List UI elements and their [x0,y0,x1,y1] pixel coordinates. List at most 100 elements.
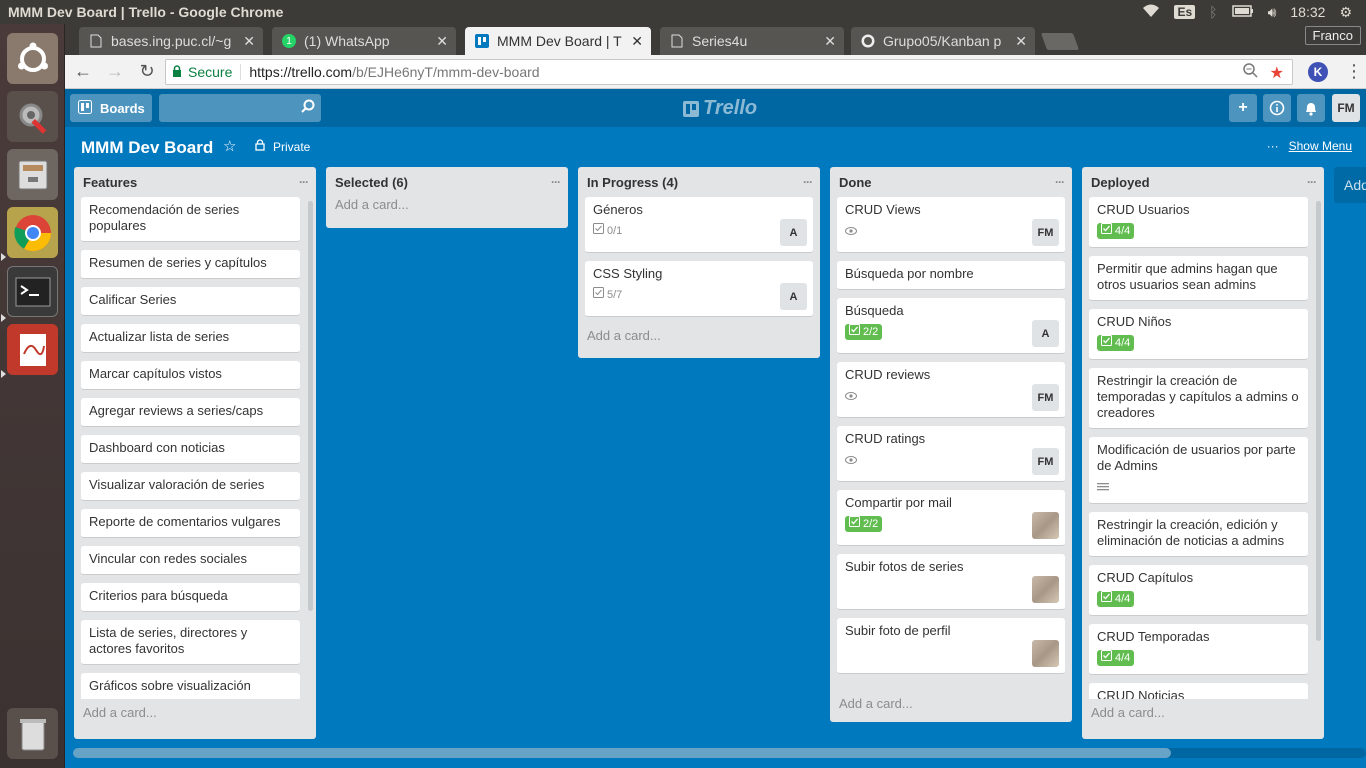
bluetooth-icon[interactable]: ᛒ [1209,4,1217,20]
card[interactable]: Reporte de comentarios vulgares [81,509,300,538]
list-menu-icon[interactable]: ··· [1307,175,1317,189]
card[interactable]: CRUD Noticias4/4 [1089,683,1308,699]
card[interactable]: CRUD Views FM [837,197,1065,253]
list-header[interactable]: Deployed ··· [1082,167,1324,197]
card[interactable]: Restringir la creación de temporadas y c… [1089,368,1308,429]
card[interactable]: Compartir por mail 2/2 [837,490,1065,546]
list-title[interactable]: Selected (6) [335,175,408,190]
files-icon[interactable] [7,149,58,200]
close-tab-icon[interactable]: ✕ [1015,33,1027,50]
profile-button[interactable]: Franco [1304,26,1361,45]
card[interactable]: Dashboard con noticias [81,435,300,464]
list-title[interactable]: Features [83,175,137,190]
card[interactable]: Calificar Series [81,287,300,316]
list-features[interactable]: Features ··· Recomendación de series popul… [74,167,316,739]
list-title[interactable]: Done [839,175,872,190]
list-menu-icon[interactable]: ··· [803,175,813,189]
browser-tab[interactable]: bases.ing.puc.cl/~g ✕ [79,27,263,55]
card[interactable]: Subir fotos de series [837,554,1065,610]
trello-logo[interactable]: Trello [683,97,757,120]
boards-button[interactable]: Boards [70,94,152,122]
search-icon[interactable] [301,99,315,116]
new-tab-button[interactable] [1040,33,1080,50]
card-member-avatar[interactable]: A [780,283,807,310]
search-input[interactable] [159,94,321,122]
list-title[interactable]: Deployed [1091,175,1150,190]
card[interactable]: Recomendación de series populares [81,197,300,242]
forward-arrow-icon[interactable]: → [101,61,129,82]
card[interactable]: Actualizar lista de series [81,324,300,353]
card[interactable]: Permitir que admins hagan que otros usua… [1089,256,1308,301]
card-member-avatar[interactable]: FM [1032,448,1059,475]
close-tab-icon[interactable]: ✕ [436,33,448,50]
list-menu-icon[interactable]: ··· [299,175,309,189]
list-deployed[interactable]: Deployed ··· CRUD Usuarios 4/4 Permitir que … [1082,167,1324,739]
power-gear-icon[interactable]: ⚙︎ [1339,4,1352,21]
card[interactable]: Vincular con redes sociales [81,546,300,575]
close-tab-icon[interactable]: ✕ [824,33,836,50]
card[interactable]: CRUD ratings FM [837,426,1065,482]
info-icon[interactable] [1263,94,1291,122]
card[interactable]: CSS Styling 5/7 A [585,261,813,317]
bookmark-star-icon[interactable]: ★ [1270,63,1284,83]
list-title[interactable]: In Progress (4) [587,175,678,190]
list-in-progress[interactable]: In Progress (4) ··· Géneros 0/1 A CSS Styling… [578,167,820,358]
reload-icon[interactable]: ↻ [133,61,161,82]
add-card-button[interactable]: Add a card... [578,322,820,351]
browser-tab[interactable]: Grupo05/Kanban p ✕ [851,27,1035,55]
scrollbar-thumb[interactable] [73,748,1171,758]
card-member-avatar[interactable] [1032,512,1059,539]
extension-k-icon[interactable]: K [1308,62,1328,82]
close-tab-icon[interactable]: ✕ [631,33,643,50]
card-member-avatar[interactable] [1032,640,1059,667]
card[interactable]: Búsqueda por nombre [837,261,1065,290]
card[interactable]: Modificación de usuarios por parte de Ad… [1089,437,1308,504]
ubuntu-dash-icon[interactable] [7,33,58,84]
card[interactable]: Búsqueda 2/2 A [837,298,1065,354]
document-viewer-icon[interactable] [7,324,58,375]
board-title[interactable]: MMM Dev Board [81,138,213,158]
keyboard-layout-indicator[interactable]: Es [1174,5,1196,19]
list-header[interactable]: Features ··· [74,167,316,197]
card[interactable]: CRUD Temporadas 4/4 [1089,624,1308,675]
security-indicator[interactable]: Secure [166,64,242,80]
star-board-icon[interactable]: ☆ [223,137,236,155]
wifi-icon[interactable] [1142,4,1160,21]
browser-tab[interactable]: Series4u ✕ [660,27,844,55]
list-header[interactable]: In Progress (4) ··· [578,167,820,197]
terminal-icon[interactable] [7,266,58,317]
notifications-bell-icon[interactable] [1297,94,1325,122]
card-member-avatar[interactable]: A [1032,320,1059,347]
card[interactable]: Gráficos sobre visualización [81,673,300,699]
list-header[interactable]: Done ··· [830,167,1072,197]
card-member-avatar[interactable]: A [780,219,807,246]
horizontal-scrollbar[interactable] [73,748,1366,758]
list-selected[interactable]: Selected (6) ··· Add a card... [326,167,568,228]
card[interactable]: CRUD Capítulos 4/4 [1089,565,1308,616]
chrome-menu-icon[interactable]: ⋮ [1345,61,1363,82]
visibility-button[interactable]: Private [255,139,310,154]
show-menu-button[interactable]: ··· Show Menu [1267,139,1352,153]
list-header[interactable]: Selected (6) ··· [326,167,568,197]
address-bar[interactable]: Secure https://trello.com/b/EJHe6nyT/mmm… [165,59,1293,85]
battery-icon[interactable] [1231,4,1254,20]
card-member-avatar[interactable] [1032,576,1059,603]
card-member-avatar[interactable]: FM [1032,384,1059,411]
list-menu-icon[interactable]: ··· [551,175,561,189]
system-settings-icon[interactable] [7,91,58,142]
card[interactable]: Lista de series, directores y actores fa… [81,620,300,665]
volume-icon[interactable]: 🔊︎ [1268,4,1277,21]
browser-tab[interactable]: 1 (1) WhatsApp ✕ [272,27,456,55]
list-scrollbar[interactable] [308,201,313,611]
list-scrollbar[interactable] [1316,201,1321,641]
add-card-button[interactable]: Add a card... [1082,699,1324,728]
card[interactable]: Marcar capítulos vistos [81,361,300,390]
add-card-button[interactable]: Add a card... [74,699,316,728]
list-done[interactable]: Done ··· CRUD Views FM Búsqueda por nombre Bú… [830,167,1072,722]
card[interactable]: Restringir la creación, edición y elimin… [1089,512,1308,557]
trash-icon[interactable] [7,708,58,759]
add-card-button[interactable]: Add a card... [326,197,568,220]
chrome-icon[interactable] [7,207,58,258]
back-arrow-icon[interactable]: ← [69,61,97,82]
card[interactable]: Agregar reviews a series/caps [81,398,300,427]
